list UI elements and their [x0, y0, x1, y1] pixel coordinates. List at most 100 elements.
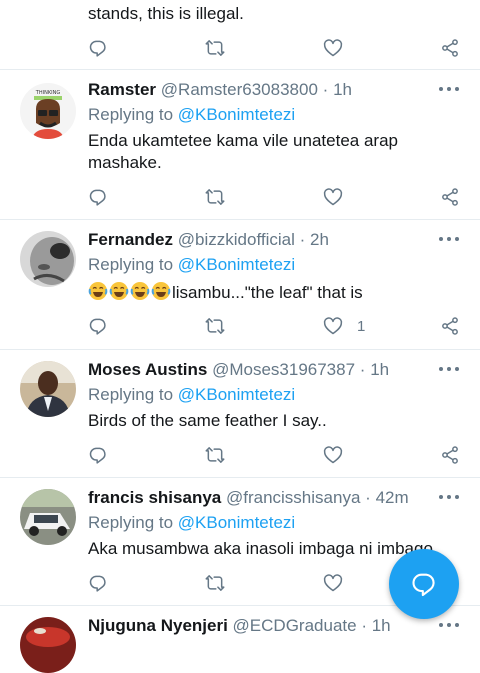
- reply-icon: [88, 445, 108, 465]
- compose-reply-button[interactable]: [389, 549, 459, 619]
- tweet-text: lisambu..."the leaf" that is: [88, 281, 452, 304]
- tweet-header: Fernandez @bizzkidofficial · 2h: [88, 230, 329, 249]
- reply-button[interactable]: [88, 314, 108, 338]
- share-icon: [440, 316, 460, 336]
- mention-link[interactable]: @KBonimtetezi: [178, 513, 295, 532]
- tweet-item[interactable]: THINKING Ramster @Ramster63083800 · 1h R…: [0, 69, 480, 220]
- tweet-header: francis shisanya @francisshisanya · 42m: [88, 488, 409, 507]
- reply-button[interactable]: [88, 443, 108, 467]
- more-icon[interactable]: [438, 489, 460, 505]
- thinking-cartoon-avatar-image: THINKING: [20, 83, 76, 139]
- author-name[interactable]: Moses Austins: [88, 360, 207, 379]
- replying-to: Replying to @KBonimtetezi: [88, 255, 296, 274]
- reply-icon: [88, 38, 108, 58]
- retweet-icon: [205, 316, 225, 336]
- tweet-text-body: lisambu..."the leaf" that is: [172, 283, 363, 302]
- avatar[interactable]: [20, 361, 76, 417]
- author-name[interactable]: Fernandez: [88, 230, 173, 249]
- share-icon: [440, 445, 460, 465]
- share-button[interactable]: [440, 185, 460, 209]
- reply-button[interactable]: [88, 36, 108, 60]
- author-handle[interactable]: @Moses31967387: [212, 360, 355, 379]
- reply-icon: [88, 316, 108, 336]
- avatar[interactable]: [20, 231, 76, 287]
- compose-reply-icon: [412, 573, 435, 597]
- svg-text:THINKING: THINKING: [35, 90, 61, 96]
- laughing-tears-icon: [151, 281, 171, 301]
- grayscale-face-avatar-image: [20, 231, 76, 287]
- author-name[interactable]: Ramster: [88, 80, 156, 99]
- retweet-icon: [205, 573, 225, 593]
- author-handle[interactable]: @francisshisanya: [226, 488, 360, 507]
- like-count: 1: [357, 317, 366, 335]
- retweet-icon: [205, 187, 225, 207]
- more-icon[interactable]: [438, 361, 460, 377]
- share-button[interactable]: [440, 314, 460, 338]
- like-button[interactable]: [323, 571, 343, 595]
- reply-icon: [88, 573, 108, 593]
- tweet-time[interactable]: 1h: [333, 80, 352, 99]
- tweet-item[interactable]: stands, this is illegal.: [0, 0, 480, 70]
- reply-button[interactable]: [88, 185, 108, 209]
- author-handle[interactable]: @Ramster63083800: [161, 80, 318, 99]
- like-icon: [323, 316, 343, 336]
- tweet-time[interactable]: 2h: [310, 230, 329, 249]
- author-name[interactable]: Njuguna Nyenjeri: [88, 616, 228, 635]
- avatar[interactable]: [20, 617, 76, 673]
- like-button[interactable]: [323, 443, 343, 467]
- tweet-time[interactable]: 1h: [370, 360, 389, 379]
- laughing-tears-icon: [109, 281, 129, 301]
- avatar[interactable]: [20, 489, 76, 545]
- tweet-text: Birds of the same feather I say..: [88, 411, 327, 430]
- replying-to: Replying to @KBonimtetezi: [88, 385, 296, 404]
- red-photo-avatar-image: [20, 617, 76, 673]
- tweet-time[interactable]: 42m: [376, 488, 409, 507]
- tweet-actions: [88, 185, 460, 209]
- more-icon[interactable]: [438, 231, 460, 247]
- retweet-button[interactable]: [205, 443, 225, 467]
- replying-to: Replying to @KBonimtetezi: [88, 513, 296, 532]
- tweet-header: Njuguna Nyenjeri @ECDGraduate · 1h: [88, 616, 391, 635]
- tweet-item[interactable]: Moses Austins @Moses31967387 · 1h Replyi…: [0, 349, 480, 478]
- retweet-icon: [205, 445, 225, 465]
- like-button[interactable]: [323, 185, 343, 209]
- retweet-button[interactable]: [205, 314, 225, 338]
- reply-button[interactable]: [88, 571, 108, 595]
- share-button[interactable]: [440, 36, 460, 60]
- more-icon[interactable]: [438, 81, 460, 97]
- tweet-text: Enda ukamtetee kama vile unatetea arap m…: [88, 131, 398, 172]
- share-icon: [440, 38, 460, 58]
- retweet-button[interactable]: [205, 185, 225, 209]
- retweet-button[interactable]: [205, 571, 225, 595]
- tweet-header: Ramster @Ramster63083800 · 1h: [88, 80, 352, 99]
- tweet-header: Moses Austins @Moses31967387 · 1h: [88, 360, 390, 379]
- reply-icon: [88, 187, 108, 207]
- tweet-item[interactable]: Fernandez @bizzkidofficial · 2h Replying…: [0, 219, 480, 350]
- tweet-text: Aka musambwa aka inasoli imbaga ni imbag…: [88, 539, 433, 558]
- tweet-actions: [88, 443, 460, 467]
- tweet-time[interactable]: 1h: [372, 616, 391, 635]
- mention-link[interactable]: @KBonimtetezi: [178, 105, 295, 124]
- retweet-icon: [205, 38, 225, 58]
- like-icon: [323, 445, 343, 465]
- share-button[interactable]: [440, 443, 460, 467]
- mention-link[interactable]: @KBonimtetezi: [178, 385, 295, 404]
- avatar[interactable]: THINKING: [20, 83, 76, 139]
- replying-to: Replying to @KBonimtetezi: [88, 105, 296, 124]
- tweet-actions: [88, 36, 460, 60]
- mention-link[interactable]: @KBonimtetezi: [178, 255, 295, 274]
- author-name[interactable]: francis shisanya: [88, 488, 221, 507]
- share-icon: [440, 187, 460, 207]
- author-handle[interactable]: @ECDGraduate: [233, 616, 357, 635]
- like-icon: [323, 573, 343, 593]
- like-button[interactable]: [323, 36, 343, 60]
- like-button[interactable]: 1: [323, 314, 365, 338]
- author-handle[interactable]: @bizzkidofficial: [178, 230, 295, 249]
- tweet-text: stands, this is illegal.: [88, 4, 244, 23]
- laughing-tears-icon: [88, 281, 108, 301]
- like-icon: [323, 38, 343, 58]
- more-icon[interactable]: [438, 617, 460, 633]
- like-icon: [323, 187, 343, 207]
- retweet-button[interactable]: [205, 36, 225, 60]
- laughing-tears-icon: [130, 281, 150, 301]
